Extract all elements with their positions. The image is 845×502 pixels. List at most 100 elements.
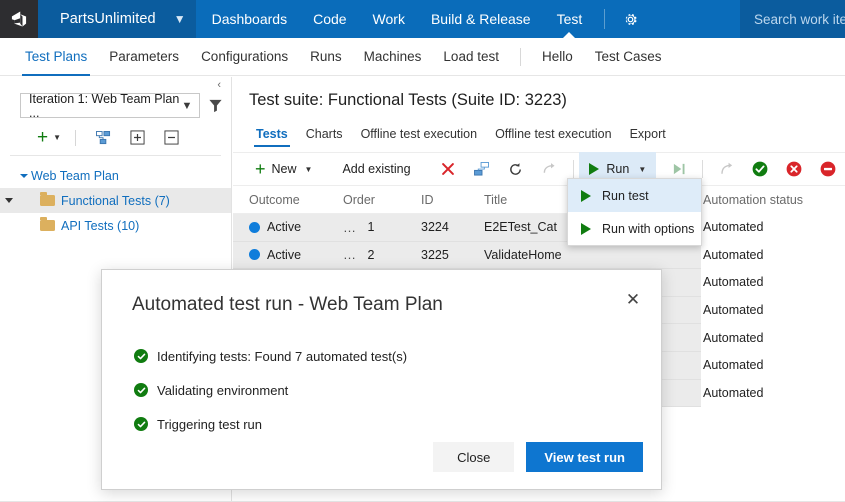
menu-item-run-with-options[interactable]: Run with options bbox=[568, 212, 701, 245]
tab-charts[interactable]: Charts bbox=[297, 121, 352, 147]
column-header-id[interactable]: ID bbox=[421, 193, 484, 207]
block-test-icon[interactable] bbox=[811, 152, 845, 186]
run-dropdown-menu: Run test Run with options bbox=[567, 178, 702, 246]
view-test-run-button[interactable]: View test run bbox=[526, 442, 643, 472]
chevron-down-icon: ▼ bbox=[174, 13, 186, 25]
menu-item-run-test[interactable]: Run test bbox=[568, 179, 701, 212]
hierarchy-icon[interactable] bbox=[86, 131, 120, 145]
nav-divider bbox=[604, 9, 605, 29]
subnav-item-test-cases[interactable]: Test Cases bbox=[584, 38, 673, 76]
ellipsis-icon[interactable]: … bbox=[343, 220, 358, 235]
tab-export[interactable]: Export bbox=[621, 121, 675, 147]
azure-devops-logo-icon[interactable] bbox=[0, 0, 38, 38]
gear-icon[interactable] bbox=[614, 11, 647, 28]
close-button[interactable]: Close bbox=[433, 442, 514, 472]
cell-automation: Automated bbox=[699, 220, 845, 234]
iteration-value: Iteration 1: Web Team Plan ... bbox=[29, 92, 181, 120]
expand-svg bbox=[130, 130, 145, 145]
ellipsis-icon[interactable]: … bbox=[343, 247, 358, 262]
step-validating-environment: Validating environment bbox=[134, 373, 661, 407]
run-label: Run bbox=[606, 162, 629, 176]
global-top-bar: PartsUnlimited ▼ Dashboards Code Work Bu… bbox=[0, 0, 845, 38]
tab-label: Export bbox=[630, 127, 666, 141]
step-identifying-tests: Identifying tests: Found 7 automated tes… bbox=[134, 339, 661, 373]
new-test-plan-button[interactable]: + ▼ bbox=[37, 131, 65, 145]
column-header-outcome[interactable]: Outcome bbox=[233, 193, 343, 207]
fail-test-icon[interactable] bbox=[777, 152, 811, 186]
redo-svg bbox=[542, 162, 557, 176]
assign-configuration-icon[interactable] bbox=[465, 152, 499, 186]
active-status-icon bbox=[249, 249, 260, 260]
tab-label: Charts bbox=[306, 127, 343, 141]
filter-icon[interactable] bbox=[206, 98, 225, 113]
cell-automation: Automated bbox=[699, 248, 845, 262]
subnav-item-test-plans[interactable]: Test Plans bbox=[14, 38, 98, 76]
nav-item-build-release[interactable]: Build & Release bbox=[418, 0, 544, 38]
chevron-left-icon[interactable]: ‹ bbox=[217, 79, 221, 91]
nav-item-dashboards[interactable]: Dashboards bbox=[196, 0, 301, 38]
check-svg bbox=[137, 420, 146, 429]
cell-outcome: Active bbox=[233, 248, 343, 262]
triangle-down-icon[interactable] bbox=[17, 174, 31, 178]
check-circle-icon bbox=[134, 417, 148, 431]
collapse-all-icon[interactable] bbox=[154, 130, 188, 145]
tree-item-web-team-plan[interactable]: Web Team Plan bbox=[0, 163, 231, 188]
pass-svg bbox=[752, 161, 768, 177]
subnav-item-configurations[interactable]: Configurations bbox=[190, 38, 299, 76]
nav-item-work[interactable]: Work bbox=[360, 0, 418, 38]
play-icon bbox=[581, 223, 591, 235]
tab-offline-test-execution-2[interactable]: Offline test execution bbox=[486, 121, 621, 147]
tab-label: Offline test execution bbox=[495, 127, 612, 141]
nav-item-code[interactable]: Code bbox=[300, 0, 359, 38]
toolbar-divider bbox=[573, 160, 574, 178]
fail-svg bbox=[786, 161, 802, 177]
subnav-item-runs[interactable]: Runs bbox=[299, 38, 353, 76]
column-header-automation-status[interactable]: Automation status bbox=[699, 193, 845, 207]
cell-automation: Automated bbox=[699, 303, 845, 317]
project-selector[interactable]: PartsUnlimited ▼ bbox=[38, 0, 196, 38]
cell-id: 3225 bbox=[421, 248, 484, 262]
project-name: PartsUnlimited bbox=[60, 11, 156, 27]
iteration-select[interactable]: Iteration 1: Web Team Plan ... ▼ bbox=[20, 93, 200, 118]
test-plan-tree: Web Team Plan Functional Tests (7) API T… bbox=[0, 156, 231, 238]
dialog-footer: Close View test run bbox=[433, 442, 643, 472]
refresh-icon[interactable] bbox=[499, 152, 533, 186]
check-circle-icon bbox=[134, 383, 148, 397]
expand-all-icon[interactable] bbox=[120, 130, 154, 145]
search-box[interactable]: Search work items bbox=[740, 0, 845, 38]
add-existing-button[interactable]: Add existing bbox=[334, 152, 418, 186]
tree-item-api-tests[interactable]: API Tests (10) bbox=[0, 213, 231, 238]
subnav-label: Hello bbox=[542, 49, 573, 64]
subnav-item-hello[interactable]: Hello bbox=[531, 38, 584, 76]
tree-item-functional-tests[interactable]: Functional Tests (7) bbox=[0, 188, 231, 213]
step-label: Triggering test run bbox=[157, 417, 262, 432]
test-hub-subnav: Test Plans Parameters Configurations Run… bbox=[0, 38, 845, 76]
cell-order: … 1 bbox=[343, 220, 421, 235]
tab-tests[interactable]: Tests bbox=[247, 121, 297, 147]
tree-expander[interactable] bbox=[0, 198, 17, 203]
close-icon[interactable]: ✕ bbox=[621, 287, 645, 311]
reset-icon[interactable] bbox=[709, 152, 743, 186]
refresh-svg bbox=[508, 162, 523, 177]
subnav-item-load-test[interactable]: Load test bbox=[432, 38, 510, 76]
global-nav: Dashboards Code Work Build & Release Tes… bbox=[196, 0, 740, 38]
chevron-down-icon: ▼ bbox=[53, 133, 61, 142]
cell-automation: Automated bbox=[699, 358, 845, 372]
subnav-label: Machines bbox=[364, 49, 422, 64]
nav-item-test[interactable]: Test bbox=[544, 0, 596, 38]
tab-offline-test-execution-1[interactable]: Offline test execution bbox=[352, 121, 487, 147]
subnav-label: Load test bbox=[443, 49, 499, 64]
pass-test-icon[interactable] bbox=[743, 152, 777, 186]
remove-x-icon[interactable] bbox=[431, 152, 465, 186]
play-icon bbox=[581, 190, 591, 202]
column-header-order[interactable]: Order bbox=[343, 193, 421, 207]
dialog-steps: Identifying tests: Found 7 automated tes… bbox=[102, 316, 661, 441]
new-test-case-button[interactable]: + New ▼ bbox=[247, 152, 320, 186]
redo-icon[interactable] bbox=[533, 152, 567, 186]
order-text: 1 bbox=[368, 220, 375, 234]
cell-id: 3224 bbox=[421, 220, 484, 234]
subnav-item-parameters[interactable]: Parameters bbox=[98, 38, 190, 76]
subnav-item-machines[interactable]: Machines bbox=[353, 38, 433, 76]
cell-automation: Automated bbox=[699, 275, 845, 289]
menu-item-label: Run test bbox=[602, 189, 649, 203]
